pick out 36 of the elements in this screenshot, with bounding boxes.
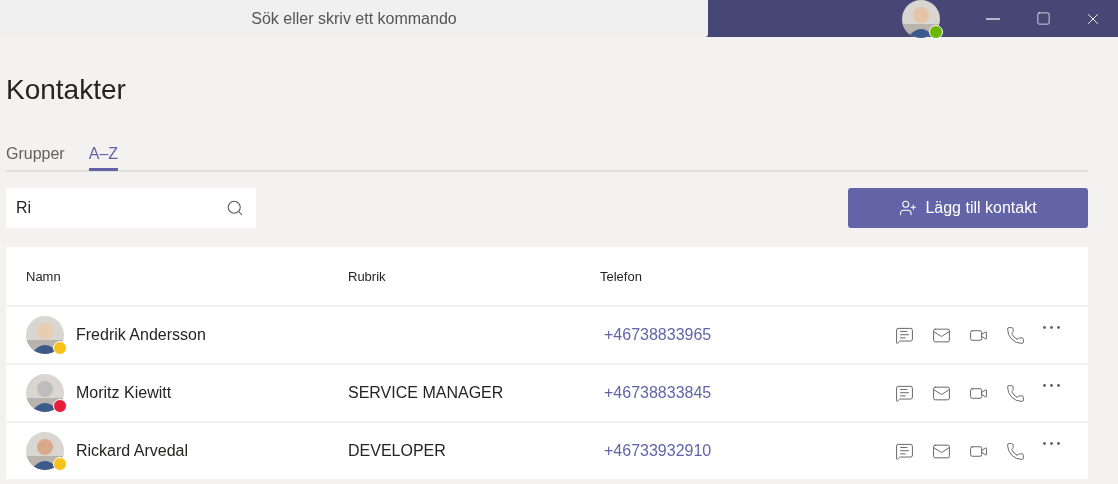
page-title: Kontakter xyxy=(6,73,127,107)
phone-link[interactable]: +46738833965 xyxy=(604,326,712,343)
tab[interactable]: Grupper xyxy=(6,145,65,171)
call-button[interactable] xyxy=(1006,325,1025,345)
add-person-icon xyxy=(899,199,918,217)
column-header: Telefon xyxy=(600,268,643,284)
job-title: SERVICE MANAGER xyxy=(348,384,504,401)
column-header: Namn xyxy=(26,268,62,284)
more-icon xyxy=(1043,441,1060,445)
job-title: DEVELOPER xyxy=(348,442,446,459)
chat-button[interactable] xyxy=(895,325,914,345)
chat-button[interactable] xyxy=(895,441,914,461)
phone-link[interactable]: +46733932910 xyxy=(604,442,712,459)
add-contact-button[interactable]: Lägg till kontakt xyxy=(848,188,1088,228)
contact-name: Fredrik Andersson xyxy=(76,326,206,344)
chat-icon xyxy=(895,383,914,403)
search-field[interactable]: Sök eller skriv ett kommando xyxy=(0,0,708,37)
tab[interactable]: A–Z xyxy=(88,145,119,171)
more-icon xyxy=(1043,325,1060,329)
column-header: Rubrik xyxy=(348,268,387,284)
search-field[interactable]: Ri xyxy=(6,188,256,228)
maximize-icon xyxy=(1035,11,1051,26)
phone-icon xyxy=(1006,441,1025,461)
minimize-icon xyxy=(986,17,1000,20)
more-icon xyxy=(1043,383,1060,387)
chat-button[interactable] xyxy=(895,383,914,403)
phone-link[interactable]: +46738833845 xyxy=(604,384,712,401)
contact-name: Rickard Arvedal xyxy=(76,442,189,460)
contact-name: Moritz Kiewitt xyxy=(76,384,172,402)
search-icon xyxy=(226,199,244,217)
call-button[interactable] xyxy=(1006,441,1025,461)
call-button[interactable] xyxy=(1006,383,1025,403)
chat-icon xyxy=(895,325,914,345)
phone-icon xyxy=(1006,383,1025,403)
chat-icon xyxy=(895,441,914,461)
phone-icon xyxy=(1006,325,1025,345)
